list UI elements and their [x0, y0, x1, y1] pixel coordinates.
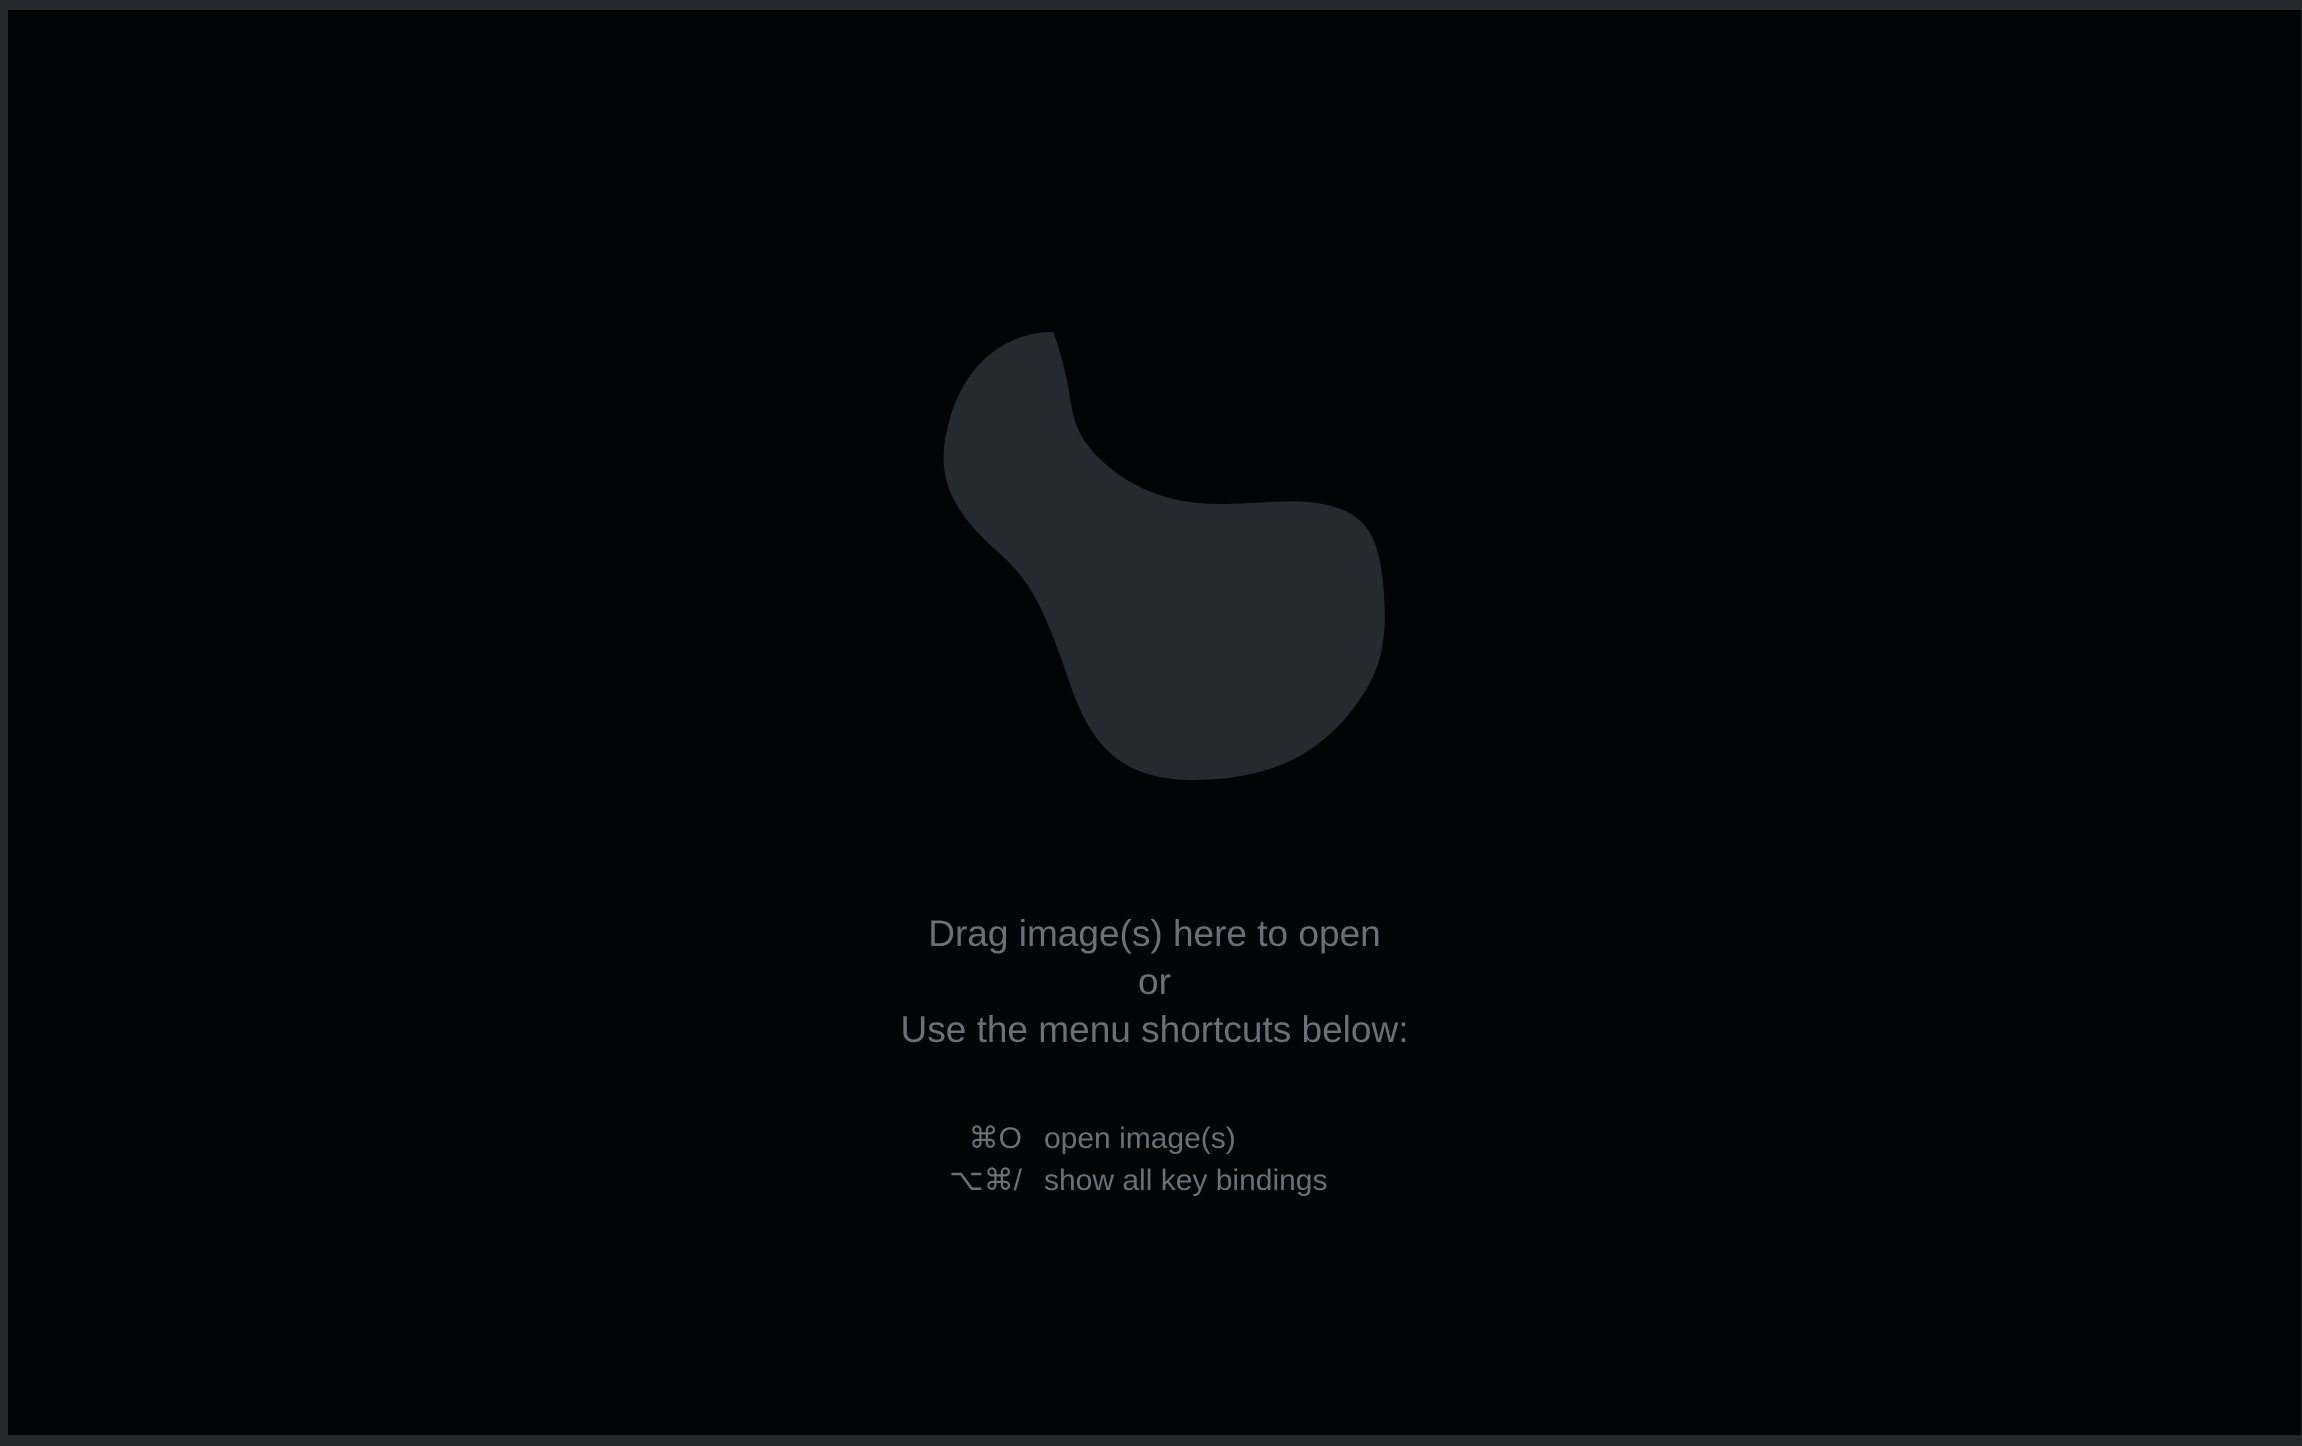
empty-state-message: Drag image(s) here to open or Use the me… [8, 910, 2301, 1054]
app-logo-icon [943, 332, 1385, 780]
shortcut-label: open image(s) [1044, 1122, 1236, 1155]
shortcut-keys: ⌥⌘/ [949, 1164, 1022, 1197]
drag-instruction: Drag image(s) here to open [928, 913, 1381, 954]
app-window: Drag image(s) here to open or Use the me… [0, 0, 2302, 1446]
shortcut-label: show all key bindings [1044, 1164, 1328, 1197]
shortcut-list: ⌘O open image(s) ⌥⌘/ show all key bindin… [8, 1118, 2301, 1202]
shortcut-row-open: ⌘O open image(s) [8, 1118, 2301, 1160]
shortcut-keys: ⌘O [968, 1122, 1022, 1155]
or-separator: or [1138, 961, 1171, 1002]
shortcuts-intro: Use the menu shortcuts below: [900, 1009, 1409, 1050]
shortcut-row-key-bindings: ⌥⌘/ show all key bindings [8, 1160, 2301, 1202]
image-drop-zone[interactable]: Drag image(s) here to open or Use the me… [8, 10, 2301, 1435]
